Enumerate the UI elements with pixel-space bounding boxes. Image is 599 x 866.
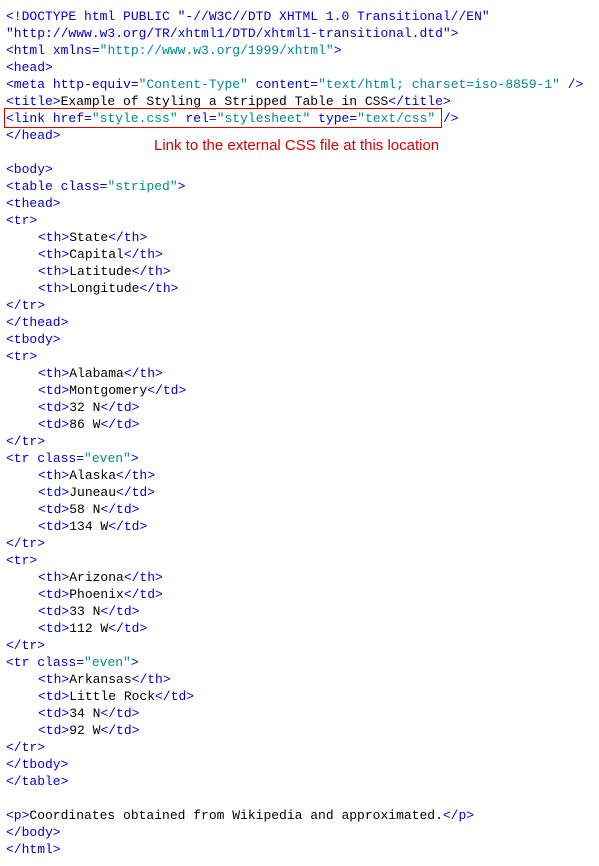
code-line-r3-capital: <td>Phoenix</td> bbox=[6, 586, 593, 603]
code-line-tr-close-4: </tr> bbox=[6, 739, 593, 756]
code-line-meta: <meta http-equiv="Content-Type" content=… bbox=[6, 76, 593, 93]
code-line-thead-open: <thead> bbox=[6, 195, 593, 212]
code-line-th-lat: <th>Latitude</th> bbox=[6, 263, 593, 280]
annotation-callout-text: Link to the external CSS file at this lo… bbox=[154, 137, 439, 154]
code-line-tr-close-3: </tr> bbox=[6, 637, 593, 654]
code-line-tr-close-h: </tr> bbox=[6, 297, 593, 314]
code-line-th-lon: <th>Longitude</th> bbox=[6, 280, 593, 297]
code-line-tr-open-1: <tr> bbox=[6, 348, 593, 365]
code-line-html-open: <html xmlns="http://www.w3.org/1999/xhtm… bbox=[6, 42, 593, 59]
code-line-tr-open-3: <tr> bbox=[6, 552, 593, 569]
code-line-table-open: <table class="striped"> bbox=[6, 178, 593, 195]
code-line-r2-lon: <td>134 W</td> bbox=[6, 518, 593, 535]
code-line-tbody-close: </tbody> bbox=[6, 756, 593, 773]
code-line-html-close: </html> bbox=[6, 841, 593, 858]
code-line-link: <link href="style.css" rel="stylesheet" … bbox=[6, 110, 593, 127]
code-line-blank-2 bbox=[6, 790, 593, 807]
code-line-r4-state: <th>Arkansas</th> bbox=[6, 671, 593, 688]
code-line-r1-lon: <td>86 W</td> bbox=[6, 416, 593, 433]
code-line-tr-close-2: </tr> bbox=[6, 535, 593, 552]
code-line-tr-open-4: <tr class="even"> bbox=[6, 654, 593, 671]
code-line-r3-lat: <td>33 N</td> bbox=[6, 603, 593, 620]
code-line-r3-lon: <td>112 W</td> bbox=[6, 620, 593, 637]
code-line-r4-lat: <td>34 N</td> bbox=[6, 705, 593, 722]
code-line-r1-capital: <td>Montgomery</td> bbox=[6, 382, 593, 399]
code-line-doctype-2: "http://www.w3.org/TR/xhtml1/DTD/xhtml1-… bbox=[6, 25, 593, 42]
code-line-paragraph: <p>Coordinates obtained from Wikipedia a… bbox=[6, 807, 593, 824]
code-line-r4-lon: <td>92 W</td> bbox=[6, 722, 593, 739]
code-line-tr-open-h: <tr> bbox=[6, 212, 593, 229]
code-line-tr-close-1: </tr> bbox=[6, 433, 593, 450]
code-line-tbody-open: <tbody> bbox=[6, 331, 593, 348]
code-line-body-close: </body> bbox=[6, 824, 593, 841]
code-line-th-state: <th>State</th> bbox=[6, 229, 593, 246]
code-line-head-open: <head> bbox=[6, 59, 593, 76]
code-line-title: <title>Example of Styling a Stripped Tab… bbox=[6, 93, 593, 110]
code-line-r3-state: <th>Arizona</th> bbox=[6, 569, 593, 586]
code-line-r1-lat: <td>32 N</td> bbox=[6, 399, 593, 416]
code-line-thead-close: </thead> bbox=[6, 314, 593, 331]
code-line-r2-lat: <td>58 N</td> bbox=[6, 501, 593, 518]
code-line-r4-capital: <td>Little Rock</td> bbox=[6, 688, 593, 705]
code-line-body-open: <body> bbox=[6, 161, 593, 178]
code-line-r2-state: <th>Alaska</th> bbox=[6, 467, 593, 484]
code-line-th-capital: <th>Capital</th> bbox=[6, 246, 593, 263]
code-line-doctype-1: <!DOCTYPE html PUBLIC "-//W3C//DTD XHTML… bbox=[6, 8, 593, 25]
code-line-r1-state: <th>Alabama</th> bbox=[6, 365, 593, 382]
code-line-r2-capital: <td>Juneau</td> bbox=[6, 484, 593, 501]
code-line-tr-open-2: <tr class="even"> bbox=[6, 450, 593, 467]
code-line-table-close: </table> bbox=[6, 773, 593, 790]
